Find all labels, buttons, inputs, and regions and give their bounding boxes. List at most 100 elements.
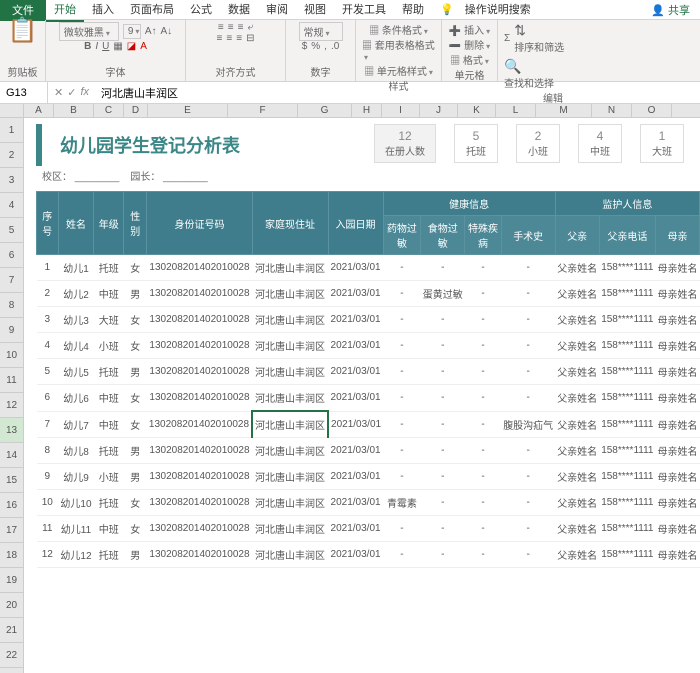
table-row[interactable]: 8幼儿8托班男130208201402010028河北唐山丰润区2021/03/… bbox=[37, 438, 700, 464]
align-center-icon[interactable]: ≡ bbox=[226, 33, 232, 44]
row-11[interactable]: 11 bbox=[0, 368, 24, 393]
row-12[interactable]: 12 bbox=[0, 393, 24, 418]
font-size[interactable]: 9 bbox=[123, 24, 141, 39]
col-C[interactable]: C bbox=[94, 104, 124, 117]
row-3[interactable]: 3 bbox=[0, 168, 24, 193]
table-row[interactable]: 9幼儿9小班男130208201402010028河北唐山丰润区2021/03/… bbox=[37, 464, 700, 490]
table-row[interactable]: 7幼儿7中班女130208201402010028河北唐山丰润区2021/03/… bbox=[37, 411, 700, 438]
table-row[interactable]: 6幼儿6中班女130208201402010028河北唐山丰润区2021/03/… bbox=[37, 385, 700, 412]
font-name[interactable]: 微软雅黑 bbox=[59, 22, 119, 41]
tab-help[interactable]: 帮助 bbox=[394, 0, 432, 22]
align-top-icon[interactable]: ≡ bbox=[218, 22, 224, 33]
comma-icon[interactable]: , bbox=[324, 41, 327, 52]
cond-format[interactable]: ▦ 条件格式 bbox=[369, 22, 428, 37]
bold-icon[interactable]: B bbox=[84, 41, 91, 52]
worksheet[interactable]: ABCDEFGHIJKLMNO 123456789101112131415161… bbox=[0, 104, 700, 673]
col-M[interactable]: M bbox=[536, 104, 592, 117]
increase-font-icon[interactable]: A↑ bbox=[145, 26, 157, 37]
col-B[interactable]: B bbox=[54, 104, 94, 117]
merge-icon[interactable]: ⊟ bbox=[246, 33, 254, 44]
align-bot-icon[interactable]: ≡ bbox=[238, 22, 244, 33]
col-A[interactable]: A bbox=[24, 104, 54, 117]
col-I[interactable]: I bbox=[382, 104, 420, 117]
name-box[interactable]: G13 bbox=[0, 82, 48, 103]
decrease-font-icon[interactable]: A↓ bbox=[161, 26, 173, 37]
col-H[interactable]: H bbox=[352, 104, 382, 117]
row-20[interactable]: 20 bbox=[0, 593, 24, 618]
row-8[interactable]: 8 bbox=[0, 293, 24, 318]
col-O[interactable]: O bbox=[632, 104, 672, 117]
row-15[interactable]: 15 bbox=[0, 468, 24, 493]
table-row[interactable]: 1幼儿1托班女130208201402010028河北唐山丰润区2021/03/… bbox=[37, 255, 700, 281]
row-6[interactable]: 6 bbox=[0, 243, 24, 268]
wrap-icon[interactable]: ⤶ bbox=[247, 22, 253, 33]
row-10[interactable]: 10 bbox=[0, 343, 24, 368]
paste-icon[interactable]: 📋 bbox=[15, 22, 31, 38]
col-F[interactable]: F bbox=[228, 104, 298, 117]
tell-me[interactable]: 💡 操作说明搜索 bbox=[432, 0, 547, 22]
inc-dec-icon[interactable]: .0 bbox=[331, 41, 339, 52]
table-row[interactable]: 12幼儿12托班男130208201402010028河北唐山丰润区2021/0… bbox=[37, 542, 700, 568]
row-9[interactable]: 9 bbox=[0, 318, 24, 343]
share-button[interactable]: 👤 共享 bbox=[641, 0, 700, 21]
row-4[interactable]: 4 bbox=[0, 193, 24, 218]
col-L[interactable]: L bbox=[496, 104, 536, 117]
sort-filter[interactable]: ⇅排序和筛选 bbox=[514, 22, 564, 54]
col-J[interactable]: J bbox=[420, 104, 458, 117]
border-icon[interactable]: ▦ bbox=[113, 41, 122, 52]
col-E[interactable]: E bbox=[148, 104, 228, 117]
autosum-icon[interactable]: Σ bbox=[504, 33, 510, 44]
font-color-icon[interactable]: A bbox=[140, 41, 147, 52]
table-row[interactable]: 2幼儿2中班男130208201402010028河北唐山丰润区2021/03/… bbox=[37, 281, 700, 307]
fx-icon[interactable]: fx bbox=[80, 86, 89, 99]
format-cells[interactable]: ▦ 格式 bbox=[450, 52, 489, 67]
table-row[interactable]: 5幼儿5托班男130208201402010028河北唐山丰润区2021/03/… bbox=[37, 359, 700, 385]
tab-data[interactable]: 数据 bbox=[220, 0, 258, 22]
table-row[interactable]: 11幼儿11中班女130208201402010028河北唐山丰润区2021/0… bbox=[37, 516, 700, 542]
tab-dev[interactable]: 开发工具 bbox=[334, 0, 394, 22]
formula-value[interactable]: 河北唐山丰润区 bbox=[95, 85, 184, 101]
tab-insert[interactable]: 插入 bbox=[84, 0, 122, 22]
row-18[interactable]: 18 bbox=[0, 543, 24, 568]
currency-icon[interactable]: $ bbox=[302, 41, 308, 52]
percent-icon[interactable]: % bbox=[311, 41, 320, 52]
underline-icon[interactable]: U bbox=[102, 41, 109, 52]
insert-cells[interactable]: ➕ 插入 bbox=[449, 22, 490, 37]
tab-formula[interactable]: 公式 bbox=[182, 0, 220, 22]
row-13[interactable]: 13 bbox=[0, 418, 24, 443]
tab-home[interactable]: 开始 bbox=[46, 0, 84, 22]
italic-icon[interactable]: I bbox=[95, 41, 98, 52]
row-23[interactable]: 23 bbox=[0, 668, 24, 673]
align-mid-icon[interactable]: ≡ bbox=[228, 22, 234, 33]
cancel-icon[interactable]: ✕ bbox=[54, 86, 63, 99]
find-select[interactable]: 🔍查找和选择 bbox=[504, 58, 554, 90]
tab-layout[interactable]: 页面布局 bbox=[122, 0, 182, 22]
table-format[interactable]: ▦ 套用表格格式 bbox=[362, 37, 435, 63]
col-G[interactable]: G bbox=[298, 104, 352, 117]
row-1[interactable]: 1 bbox=[0, 118, 24, 143]
align-left-icon[interactable]: ≡ bbox=[217, 33, 223, 44]
number-format[interactable]: 常规 bbox=[299, 22, 343, 41]
row-22[interactable]: 22 bbox=[0, 643, 24, 668]
align-right-icon[interactable]: ≡ bbox=[236, 33, 242, 44]
fill-color-icon[interactable]: ◪ bbox=[127, 41, 136, 52]
cell-style[interactable]: ▦ 单元格样式 bbox=[364, 63, 433, 78]
col-N[interactable]: N bbox=[592, 104, 632, 117]
row-21[interactable]: 21 bbox=[0, 618, 24, 643]
delete-cells[interactable]: ➖ 删除 bbox=[449, 37, 490, 52]
table-row[interactable]: 3幼儿3大班女130208201402010028河北唐山丰润区2021/03/… bbox=[37, 307, 700, 333]
table-row[interactable]: 4幼儿4小班女130208201402010028河北唐山丰润区2021/03/… bbox=[37, 333, 700, 359]
row-19[interactable]: 19 bbox=[0, 568, 24, 593]
table-row[interactable]: 10幼儿10托班女130208201402010028河北唐山丰润区2021/0… bbox=[37, 490, 700, 516]
row-5[interactable]: 5 bbox=[0, 218, 24, 243]
tab-review[interactable]: 审阅 bbox=[258, 0, 296, 22]
row-7[interactable]: 7 bbox=[0, 268, 24, 293]
col-K[interactable]: K bbox=[458, 104, 496, 117]
row-16[interactable]: 16 bbox=[0, 493, 24, 518]
row-17[interactable]: 17 bbox=[0, 518, 24, 543]
row-14[interactable]: 14 bbox=[0, 443, 24, 468]
tab-view[interactable]: 视图 bbox=[296, 0, 334, 22]
col-D[interactable]: D bbox=[124, 104, 148, 117]
row-2[interactable]: 2 bbox=[0, 143, 24, 168]
enter-icon[interactable]: ✓ bbox=[67, 86, 76, 99]
